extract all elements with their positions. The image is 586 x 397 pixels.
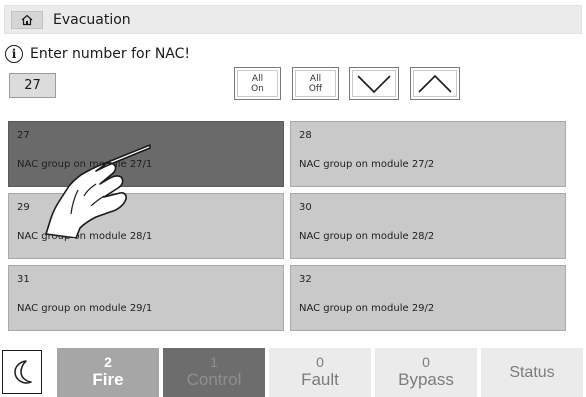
chevron-down-icon bbox=[357, 74, 391, 93]
tile-number: 27 bbox=[17, 130, 30, 141]
tile-number: 30 bbox=[299, 202, 312, 213]
tile-label: NAC group on module 29/1 bbox=[17, 303, 153, 314]
all-off-label-1: All bbox=[309, 73, 322, 84]
hint-text: Enter number for NAC! bbox=[30, 46, 191, 62]
status-label: Status bbox=[509, 363, 555, 381]
tile-label: NAC group on module 29/2 bbox=[299, 303, 435, 314]
status-bar: 2 Fire 1 Control 0 Fault 0 Bypass Status bbox=[0, 348, 586, 397]
fire-count: 2 bbox=[104, 354, 112, 370]
nac-tile-30[interactable]: 30 NAC group on module 28/2 bbox=[290, 193, 566, 259]
home-icon bbox=[21, 14, 33, 25]
all-off-button[interactable]: All Off bbox=[292, 67, 339, 100]
bypass-label: Bypass bbox=[398, 370, 454, 389]
all-on-label-2: On bbox=[251, 83, 264, 94]
status-button[interactable]: Status bbox=[481, 348, 583, 397]
night-mode-button[interactable] bbox=[2, 350, 42, 394]
nac-tile-28[interactable]: 28 NAC group on module 27/2 bbox=[290, 121, 566, 187]
tile-number: 28 bbox=[299, 130, 312, 141]
home-button[interactable] bbox=[11, 10, 43, 29]
tile-label: NAC group on module 27/2 bbox=[299, 159, 435, 170]
all-on-button[interactable]: All On bbox=[234, 67, 281, 100]
bypass-count: 0 bbox=[422, 354, 430, 370]
tile-number: 29 bbox=[17, 202, 30, 213]
fire-label: Fire bbox=[92, 370, 124, 389]
fire-status-button[interactable]: 2 Fire bbox=[57, 348, 159, 397]
all-on-label-1: All bbox=[251, 73, 264, 84]
info-icon: i bbox=[5, 45, 23, 63]
nac-tile-31[interactable]: 31 NAC group on module 29/1 bbox=[8, 265, 284, 331]
chevron-up-icon bbox=[418, 74, 452, 93]
control-status-button[interactable]: 1 Control bbox=[163, 348, 265, 397]
nac-tile-32[interactable]: 32 NAC group on module 29/2 bbox=[290, 265, 566, 331]
hint: i Enter number for NAC! bbox=[5, 45, 190, 63]
nac-number-input[interactable]: 27 bbox=[9, 73, 56, 98]
page-title: Evacuation bbox=[53, 11, 131, 28]
fault-label: Fault bbox=[301, 370, 339, 389]
tile-number: 31 bbox=[17, 274, 30, 285]
pointing-hand-icon bbox=[45, 144, 151, 238]
all-off-label-2: Off bbox=[308, 83, 323, 94]
control-label: Control bbox=[186, 370, 242, 389]
moon-icon bbox=[14, 360, 32, 384]
tile-number: 32 bbox=[299, 274, 312, 285]
breadcrumb: Evacuation bbox=[4, 5, 582, 34]
control-count: 1 bbox=[210, 354, 218, 370]
bypass-status-button[interactable]: 0 Bypass bbox=[375, 348, 477, 397]
scroll-down-button[interactable] bbox=[349, 67, 399, 100]
fault-count: 0 bbox=[316, 354, 324, 370]
tile-label: NAC group on module 28/2 bbox=[299, 231, 435, 242]
scroll-up-button[interactable] bbox=[410, 67, 460, 100]
fault-status-button[interactable]: 0 Fault bbox=[269, 348, 371, 397]
